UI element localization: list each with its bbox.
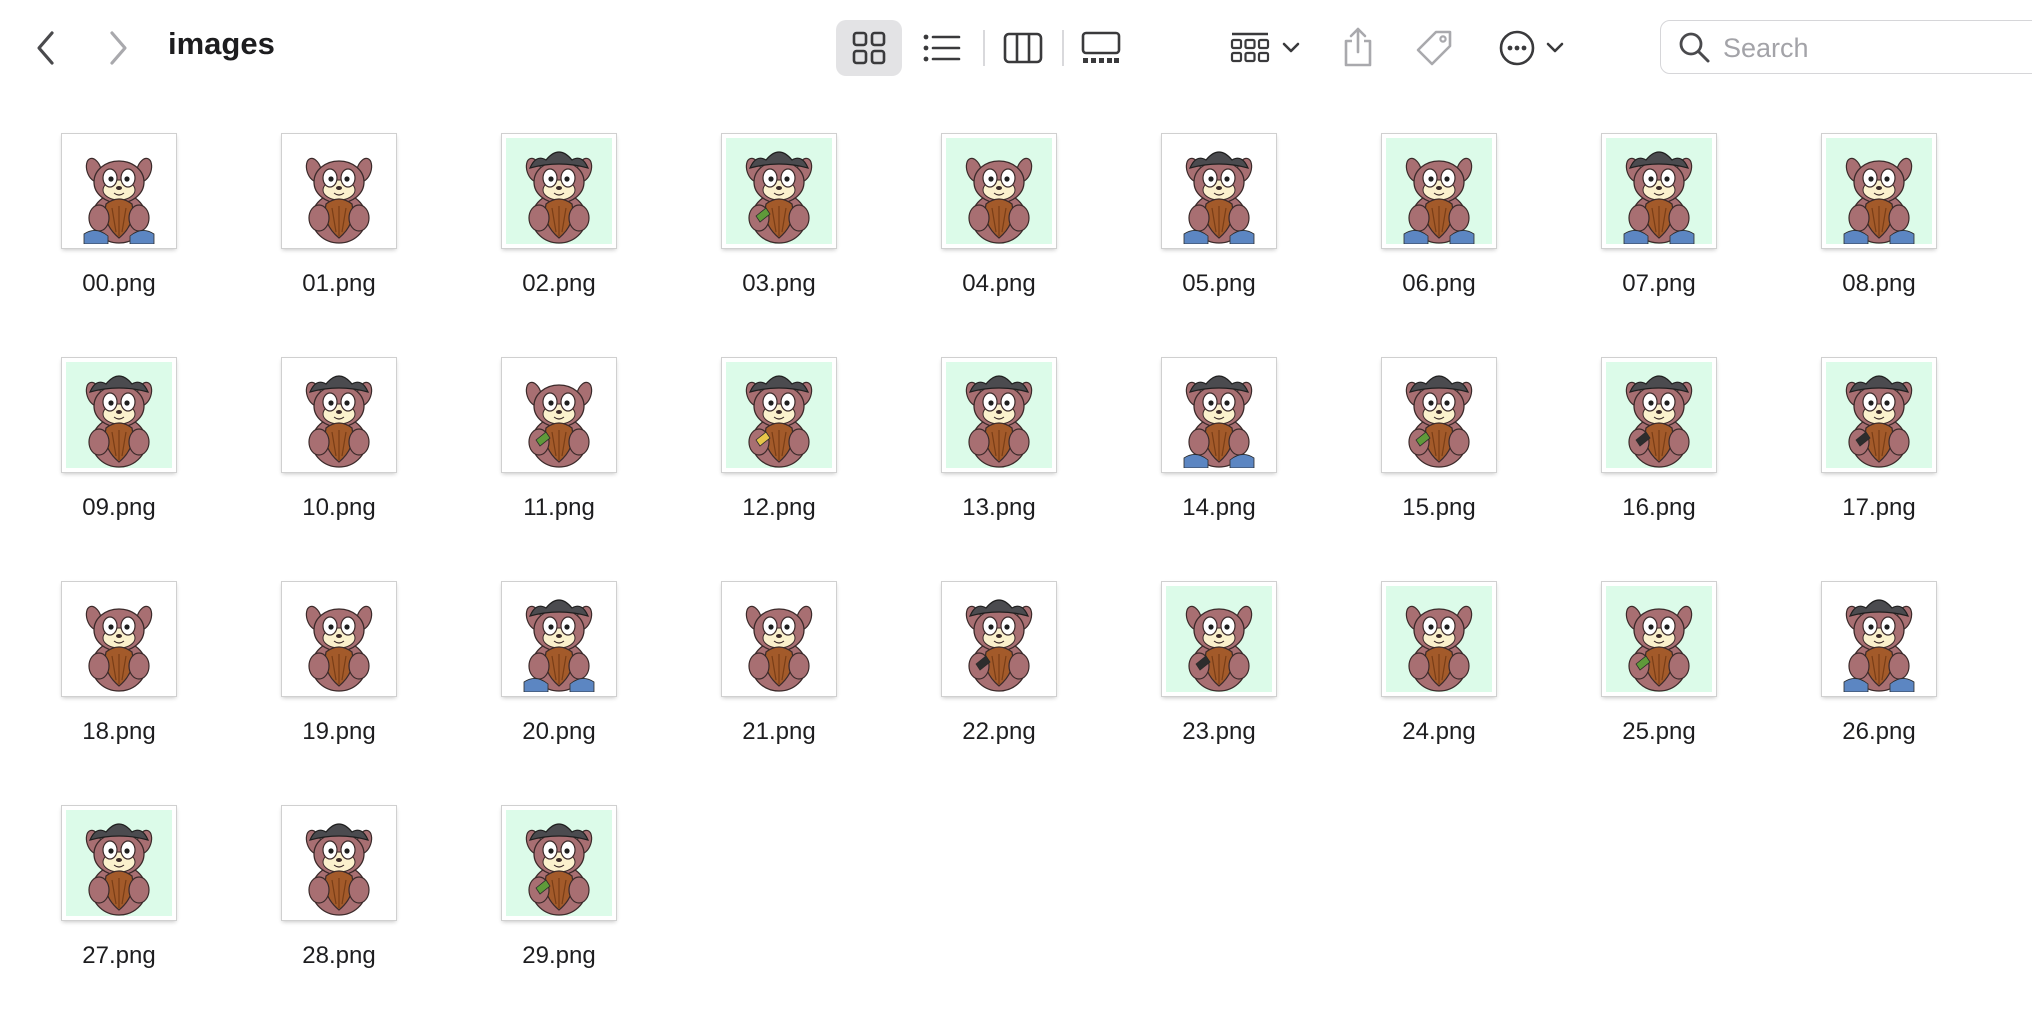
file-thumbnail[interactable] [1382, 582, 1496, 696]
file-item[interactable]: 23.png [1110, 448, 1330, 745]
squirrel-image [1166, 586, 1272, 692]
file-name: 28.png [302, 942, 376, 969]
file-item[interactable]: 15.png [1330, 224, 1550, 521]
file-name: 29.png [522, 942, 596, 969]
file-thumbnail[interactable] [62, 806, 176, 920]
squirrel-image [726, 586, 832, 692]
file-item[interactable]: 19.png [230, 448, 450, 745]
squirrel-image [1826, 586, 1932, 692]
file-item[interactable]: 12.png [670, 224, 890, 521]
file-thumbnail[interactable] [1822, 582, 1936, 696]
squirrel-image [506, 810, 612, 916]
file-thumbnail[interactable] [942, 582, 1056, 696]
file-item[interactable]: 24.png [1330, 448, 1550, 745]
squirrel-image [1386, 586, 1492, 692]
file-thumbnail[interactable] [1162, 582, 1276, 696]
file-item[interactable]: 10.png [230, 224, 450, 521]
file-name: 25.png [1622, 718, 1696, 745]
file-name: 21.png [742, 718, 816, 745]
file-item[interactable]: 11.png [450, 224, 670, 521]
file-item[interactable]: 16.png [1550, 224, 1770, 521]
file-item[interactable]: 22.png [890, 448, 1110, 745]
file-thumbnail[interactable] [722, 582, 836, 696]
file-item[interactable]: 27.png [10, 672, 230, 969]
file-item[interactable]: 03.png [670, 0, 890, 297]
file-item[interactable]: 06.png [1330, 0, 1550, 297]
file-item[interactable]: 29.png [450, 672, 670, 969]
file-item[interactable]: 07.png [1550, 0, 1770, 297]
squirrel-image [1606, 586, 1712, 692]
file-thumbnail[interactable] [1602, 582, 1716, 696]
file-item[interactable]: 18.png [10, 448, 230, 745]
file-item[interactable]: 09.png [10, 224, 230, 521]
file-item[interactable]: 02.png [450, 0, 670, 297]
file-item[interactable]: 01.png [230, 0, 450, 297]
squirrel-image [286, 810, 392, 916]
file-name: 22.png [962, 718, 1036, 745]
file-item[interactable]: 20.png [450, 448, 670, 745]
squirrel-image [946, 586, 1052, 692]
file-name: 24.png [1402, 718, 1476, 745]
file-item[interactable]: 26.png [1770, 448, 1990, 745]
file-name: 23.png [1182, 718, 1256, 745]
file-item[interactable]: 00.png [10, 0, 230, 297]
file-item[interactable]: 28.png [230, 672, 450, 969]
file-item[interactable]: 05.png [1110, 0, 1330, 297]
file-name: 27.png [82, 942, 156, 969]
file-item[interactable]: 21.png [670, 448, 890, 745]
file-item[interactable]: 13.png [890, 224, 1110, 521]
file-item[interactable]: 04.png [890, 0, 1110, 297]
file-item[interactable]: 08.png [1770, 0, 1990, 297]
file-item[interactable]: 14.png [1110, 224, 1330, 521]
file-item[interactable]: 17.png [1770, 224, 1990, 521]
file-name: 26.png [1842, 718, 1916, 745]
squirrel-image [66, 810, 172, 916]
file-thumbnail[interactable] [282, 806, 396, 920]
file-thumbnail[interactable] [502, 806, 616, 920]
file-item[interactable]: 25.png [1550, 448, 1770, 745]
